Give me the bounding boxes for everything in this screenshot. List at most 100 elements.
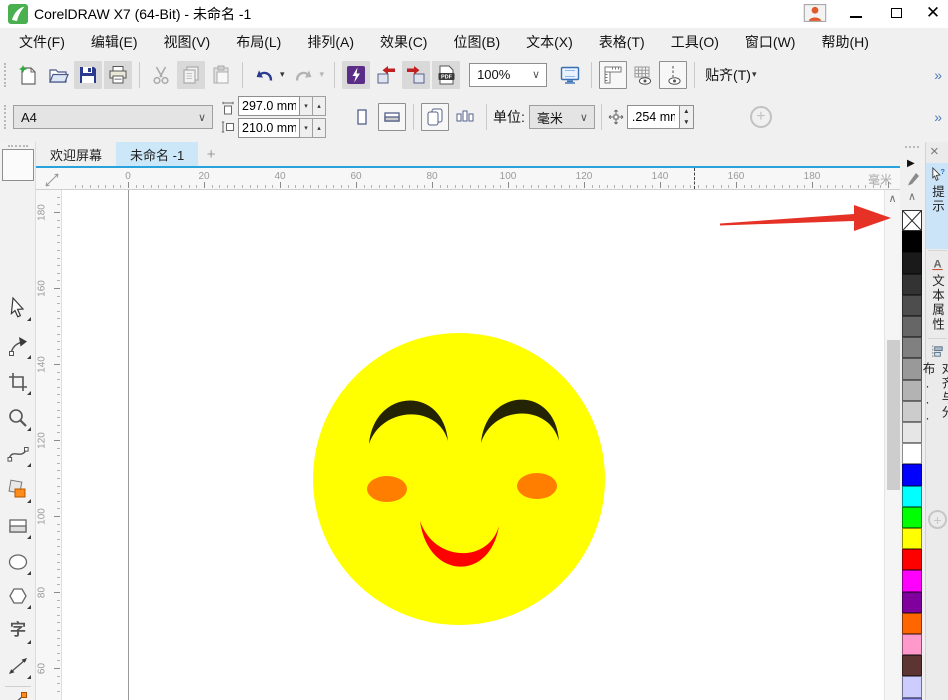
- spin-up-button[interactable]: ▲: [680, 106, 693, 117]
- color-swatch-brown[interactable]: [902, 655, 922, 676]
- color-swatch-blue[interactable]: [902, 464, 922, 485]
- page-width-input[interactable]: [238, 96, 300, 116]
- maximize-button[interactable]: [878, 0, 914, 26]
- color-swatch-gray-70[interactable]: [902, 295, 922, 316]
- color-swatch-red[interactable]: [902, 549, 922, 570]
- tool-ellipse[interactable]: [6, 550, 30, 574]
- tool-freehand[interactable]: [6, 442, 30, 466]
- landscape-button[interactable]: [378, 103, 406, 131]
- spin-up-button[interactable]: ▴: [313, 96, 326, 116]
- spin-down-button[interactable]: ▾: [300, 96, 313, 116]
- import-button[interactable]: [372, 61, 400, 89]
- color-swatch-black[interactable]: [902, 231, 922, 252]
- snap-dropdown-caret[interactable]: ▾: [752, 69, 757, 80]
- color-swatch-no-color[interactable]: [902, 210, 922, 231]
- color-swatch-cyan[interactable]: [902, 486, 922, 507]
- tool-zoom[interactable]: [6, 406, 30, 430]
- docker-close-icon[interactable]: ×: [930, 144, 939, 160]
- drawing-canvas[interactable]: [62, 190, 884, 700]
- menu-item[interactable]: 位图(B): [440, 28, 513, 57]
- docker-tab-align-distribute[interactable]: 对齐与分布...: [926, 340, 948, 460]
- palette-eyedropper-icon[interactable]: [904, 172, 920, 188]
- menu-item[interactable]: 视图(V): [151, 28, 224, 57]
- docker-tab-hints[interactable]: ? 提示: [926, 163, 948, 249]
- nudge-input[interactable]: [627, 105, 679, 129]
- tool-rectangle[interactable]: [6, 514, 30, 538]
- tool-connector[interactable]: [6, 689, 30, 700]
- tab-untitled-1[interactable]: 未命名 -1: [116, 142, 198, 166]
- add-docker-button[interactable]: +: [928, 510, 947, 529]
- menu-item[interactable]: 效果(C): [367, 28, 440, 57]
- new-document-button[interactable]: [14, 61, 42, 89]
- units-combo[interactable]: 毫米 ∨: [529, 105, 595, 129]
- menu-item[interactable]: 编辑(E): [78, 28, 151, 57]
- color-swatch-pink[interactable]: [902, 634, 922, 655]
- smiley-face-artwork[interactable]: [62, 190, 884, 700]
- menu-item[interactable]: 工具(O): [658, 28, 732, 57]
- propbar-grip[interactable]: [4, 105, 8, 129]
- color-swatch-purple[interactable]: [902, 592, 922, 613]
- spin-down-button[interactable]: ▾: [300, 118, 313, 138]
- open-button[interactable]: [44, 61, 72, 89]
- color-swatch-orange[interactable]: [902, 613, 922, 634]
- docker-tab-text-properties[interactable]: A 文本属性: [926, 252, 948, 338]
- spin-down-button[interactable]: ▼: [680, 117, 693, 128]
- zoom-level-combo[interactable]: 100% ∨: [469, 63, 547, 87]
- page-preset-combo[interactable]: A4 ∨: [13, 105, 213, 129]
- full-screen-preview-button[interactable]: [556, 61, 584, 89]
- canvas-vertical-scrollbar[interactable]: ∧: [884, 190, 900, 700]
- horizontal-ruler[interactable]: 毫米 020406080100120140160180: [36, 168, 900, 190]
- tool-crop[interactable]: [6, 370, 30, 394]
- palette-scroll-up-icon[interactable]: ∧: [904, 190, 920, 203]
- color-swatch-green[interactable]: [902, 507, 922, 528]
- menu-item[interactable]: 排列(A): [294, 28, 367, 57]
- toolbar-overflow-button[interactable]: »: [934, 67, 940, 83]
- print-button[interactable]: [104, 61, 132, 89]
- color-swatch-gray-60[interactable]: [902, 316, 922, 337]
- menu-item[interactable]: 文本(X): [513, 28, 586, 57]
- color-swatch-lavender[interactable]: [902, 676, 922, 697]
- color-swatch-gray-50[interactable]: [902, 337, 922, 358]
- scrollbar-thumb[interactable]: [887, 340, 900, 490]
- page-height-input[interactable]: [238, 118, 300, 138]
- current-page-button[interactable]: [451, 103, 479, 131]
- undo-dropdown-caret[interactable]: ▾: [280, 69, 285, 80]
- all-pages-button[interactable]: [421, 103, 449, 131]
- menu-item[interactable]: 文件(F): [6, 28, 78, 57]
- add-plus-button[interactable]: +: [750, 106, 772, 128]
- tab-welcome-screen[interactable]: 欢迎屏幕: [36, 142, 116, 166]
- ruler-origin-icon[interactable]: [45, 173, 59, 187]
- snap-menu-button[interactable]: 贴齐(T): [705, 65, 751, 85]
- vertical-ruler[interactable]: 6080100120140160180: [36, 190, 62, 700]
- undo-button[interactable]: [250, 61, 278, 89]
- minimize-button[interactable]: [838, 0, 874, 26]
- show-rulers-toggle[interactable]: [599, 61, 627, 89]
- color-swatch-gray-90[interactable]: [902, 252, 922, 273]
- tool-pick[interactable]: [6, 296, 30, 320]
- save-button[interactable]: [74, 61, 102, 89]
- close-button[interactable]: ✕: [915, 0, 948, 26]
- toolbar-grip[interactable]: [4, 63, 8, 87]
- palette-flyout-arrow-icon[interactable]: ▶: [907, 158, 915, 169]
- show-guidelines-toggle[interactable]: [659, 61, 687, 89]
- tool-shape[interactable]: [6, 334, 30, 358]
- tool-smart-fill[interactable]: [6, 478, 30, 502]
- palette-grip[interactable]: [905, 146, 919, 150]
- tool-polygon[interactable]: [6, 584, 30, 608]
- account-button[interactable]: [797, 0, 833, 26]
- tool-dimension[interactable]: [6, 654, 30, 678]
- new-document-tab-button[interactable]: +: [198, 142, 224, 166]
- color-swatch-gray-80[interactable]: [902, 274, 922, 295]
- tool-text[interactable]: 字: [6, 619, 30, 643]
- show-grid-toggle[interactable]: [629, 61, 657, 89]
- publish-pdf-button[interactable]: PDF: [432, 61, 460, 89]
- spin-up-button[interactable]: ▴: [313, 118, 326, 138]
- menu-item[interactable]: 帮助(H): [808, 28, 881, 57]
- nudge-spinner[interactable]: ▲▼: [679, 105, 694, 129]
- color-swatch-magenta[interactable]: [902, 570, 922, 591]
- export-button[interactable]: [402, 61, 430, 89]
- color-swatch-yellow[interactable]: [902, 528, 922, 549]
- application-launcher-button[interactable]: [342, 61, 370, 89]
- menu-item[interactable]: 窗口(W): [732, 28, 809, 57]
- propbar-overflow-button[interactable]: »: [934, 109, 940, 125]
